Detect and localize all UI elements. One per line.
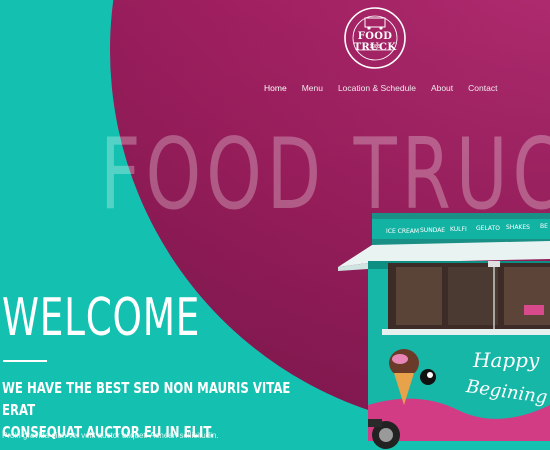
main-nav: Home Menu Location & Schedule About Cont… bbox=[264, 83, 497, 93]
hero-heading: WELCOME bbox=[2, 288, 201, 348]
logo-year: 1985 bbox=[369, 44, 381, 50]
nav-home[interactable]: Home bbox=[264, 83, 287, 93]
truck-menu-label: ICE CREAM bbox=[386, 228, 419, 235]
food-truck-image: ICE CREAM SUNDAE KULFI GELATO SHAKES BE … bbox=[338, 213, 550, 449]
truck-side-text: Happy bbox=[472, 348, 540, 372]
truck-menu-label: BE bbox=[540, 223, 548, 230]
heading-divider bbox=[3, 360, 47, 362]
truck-menu-label: SHAKES bbox=[506, 224, 530, 231]
nav-location-schedule[interactable]: Location & Schedule bbox=[338, 83, 416, 93]
truck-menu-label: SUNDAE bbox=[420, 227, 445, 234]
nav-about[interactable]: About bbox=[431, 83, 453, 93]
truck-menu-label: KULFI bbox=[450, 226, 467, 233]
truck-menu-label: GELATO bbox=[476, 225, 500, 232]
nav-menu[interactable]: Menu bbox=[302, 83, 323, 93]
brand-logo[interactable]: FOOD TRUCK 1985 bbox=[343, 6, 407, 70]
nav-contact[interactable]: Contact bbox=[468, 83, 497, 93]
hero-section: FOOD TRUCK 1985 Home Menu Location & Sch… bbox=[0, 0, 550, 450]
hero-body-text: Proin gravida nibh vel velit auctor aliq… bbox=[2, 431, 219, 440]
